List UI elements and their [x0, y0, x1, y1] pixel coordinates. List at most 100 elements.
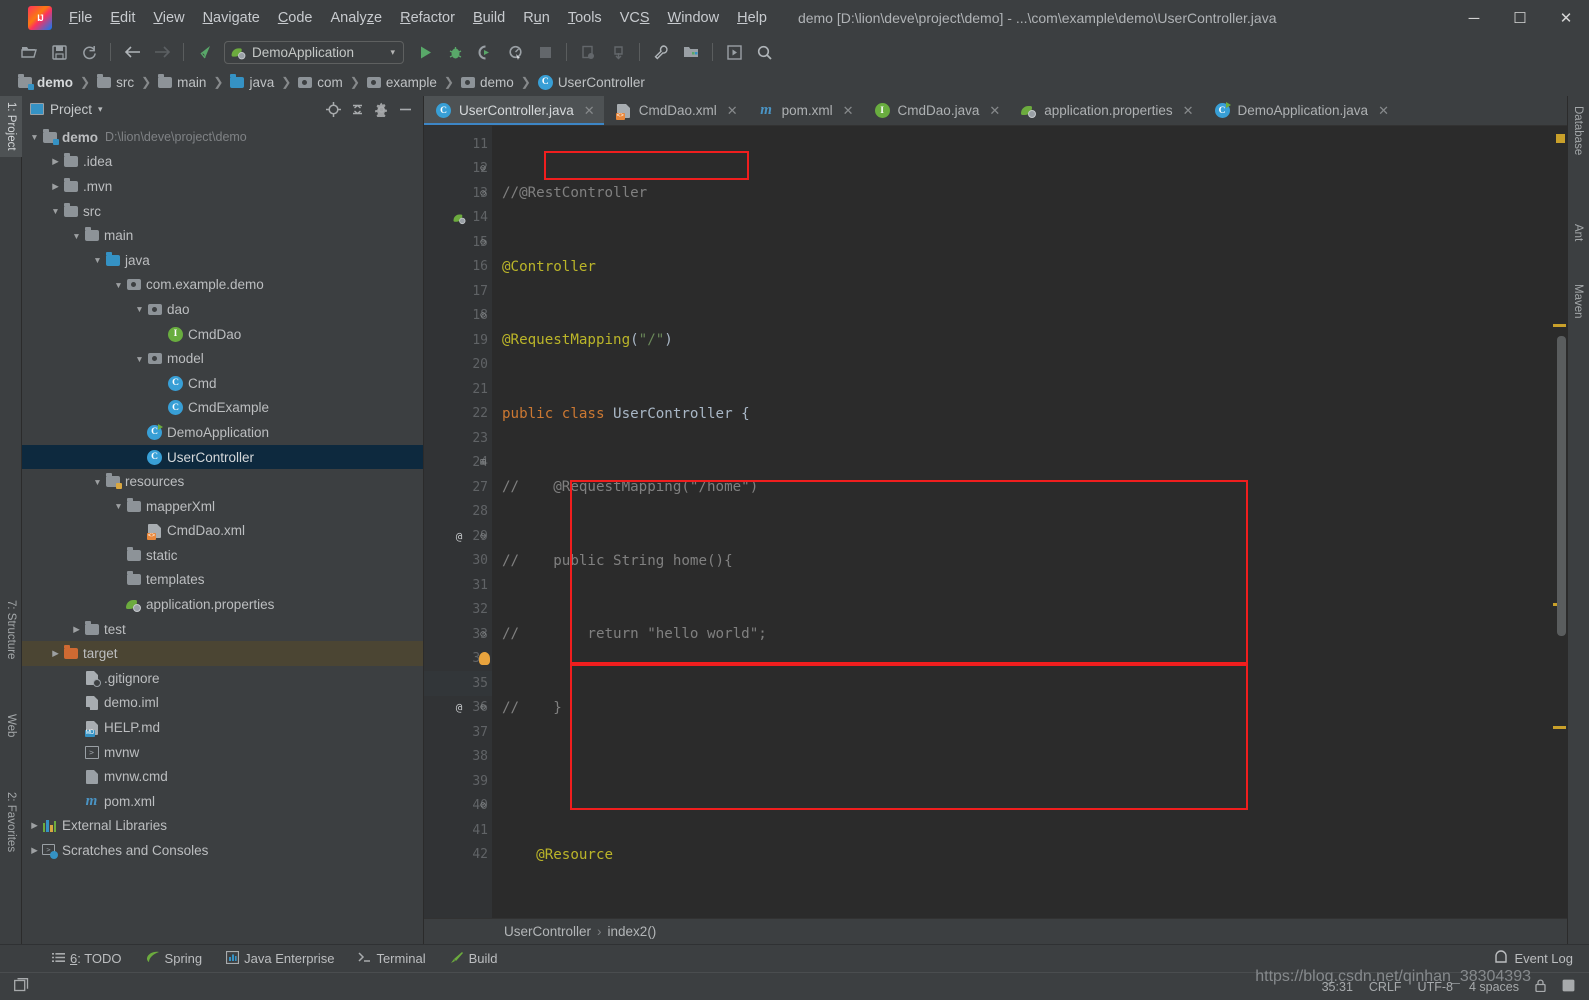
run-anything-icon[interactable]: [721, 40, 747, 64]
breadcrumb-item-demo[interactable]: demo: [14, 73, 77, 91]
tree-node--mvn[interactable]: ▶ .mvn: [22, 174, 423, 199]
sync-refresh-icon[interactable]: [76, 40, 102, 64]
line-separator[interactable]: CRLF: [1369, 980, 1402, 994]
sidebar-item-project[interactable]: 1: Project: [0, 96, 22, 157]
chevron-down-icon[interactable]: ▼: [91, 477, 104, 487]
chevron-right-icon[interactable]: ▶: [28, 845, 41, 856]
menu-window[interactable]: Window: [659, 6, 729, 30]
gutter-line-33[interactable]: 33 ⊝: [424, 622, 492, 647]
chevron-down-icon[interactable]: ▼: [49, 206, 62, 216]
gutter-line-37[interactable]: 37: [424, 720, 492, 745]
editor-tab-usercontroller-java[interactable]: C UserController.java ✕: [424, 96, 604, 125]
editor-scrollbar[interactable]: [1557, 336, 1566, 636]
settings-gear-icon[interactable]: [374, 102, 389, 117]
project-file-tree[interactable]: ▼ demo D:\lion\deve\project\demo ▶ .idea ▶ .mv…: [22, 122, 423, 944]
gutter-line-32[interactable]: 32: [424, 598, 492, 623]
tree-node-static[interactable]: static: [22, 543, 423, 568]
tree-node-help-md[interactable]: MD HELP.md: [22, 715, 423, 740]
tree-node-demo-iml[interactable]: demo.iml: [22, 691, 423, 716]
tree-node-resources[interactable]: ▼ resources: [22, 469, 423, 494]
gutter-line-38[interactable]: 38: [424, 745, 492, 770]
tree-node-model[interactable]: ▼ model: [22, 346, 423, 371]
tree-node-usercontroller[interactable]: C UserController: [22, 444, 423, 470]
gutter-line-41[interactable]: 41: [424, 818, 492, 843]
minimize-button[interactable]: ─: [1451, 0, 1497, 36]
sidebar-item-favorites[interactable]: 2: Favorites: [0, 786, 22, 858]
tree-node-test[interactable]: ▶ test: [22, 617, 423, 642]
change-marker[interactable]: [1553, 324, 1566, 327]
gutter-line-40[interactable]: 40 ⊝: [424, 794, 492, 819]
code-editor[interactable]: 11 12 ⊖ 13 ⊝ 14 15 ⊖ 16 17 18 ⊝ 19 20 21 22 23 24 ⊞ 27 28 29 @…: [424, 126, 1567, 918]
tree-node-cmd[interactable]: C Cmd: [22, 371, 423, 396]
locate-target-icon[interactable]: [326, 101, 341, 117]
tree-node-demo[interactable]: ▼ demo D:\lion\deve\project\demo: [22, 125, 423, 150]
tree-node-dao[interactable]: ▼ dao: [22, 297, 423, 322]
editor-breadcrumb[interactable]: UserController › index2(): [424, 918, 1567, 944]
close-button[interactable]: ✕: [1543, 0, 1589, 36]
menu-edit[interactable]: Edit: [101, 6, 144, 30]
chevron-down-icon[interactable]: ▼: [91, 255, 104, 265]
debug-icon[interactable]: [442, 40, 468, 64]
navigate-forward-icon[interactable]: [149, 40, 175, 64]
editor-tab-application-properties[interactable]: application.properties ✕: [1009, 96, 1202, 125]
run-with-coverage-icon[interactable]: [472, 40, 498, 64]
bottom-item-java-enterprise[interactable]: Java Enterprise: [214, 949, 346, 969]
tree-node-src[interactable]: ▼ src: [22, 199, 423, 224]
menu-help[interactable]: Help: [728, 6, 776, 30]
chevron-right-icon[interactable]: ▶: [70, 624, 83, 635]
tree-node-templates[interactable]: templates: [22, 568, 423, 593]
gutter-line-12[interactable]: 12 ⊖: [424, 157, 492, 182]
tree-node-cmdexample[interactable]: C CmdExample: [22, 396, 423, 421]
chevron-right-icon[interactable]: ▶: [49, 156, 62, 167]
run-icon[interactable]: [412, 40, 438, 64]
code-fold-toggle[interactable]: ⊝: [476, 629, 490, 640]
editor-marker-lane[interactable]: [1553, 126, 1567, 918]
breadcrumb-item-example[interactable]: example: [363, 74, 441, 91]
profile-icon[interactable]: [502, 40, 528, 64]
request-mapping-gutter-icon[interactable]: @: [450, 530, 468, 543]
gutter-line-16[interactable]: 16: [424, 255, 492, 280]
tree-node-mvnw-cmd[interactable]: mvnw.cmd: [22, 764, 423, 789]
event-log-button[interactable]: Event Log: [1494, 950, 1589, 967]
navigate-back-icon[interactable]: [119, 40, 145, 64]
gutter-line-22[interactable]: 22: [424, 402, 492, 427]
chevron-down-icon[interactable]: ▼: [133, 304, 146, 314]
sidebar-item-maven[interactable]: Maven: [1567, 278, 1589, 325]
editor-tab-cmddao-java[interactable]: I CmdDao.java ✕: [863, 96, 1010, 125]
breadcrumb-item-src[interactable]: src: [93, 73, 138, 91]
chevron-down-icon[interactable]: ▼: [70, 231, 83, 241]
tree-node-pom-xml[interactable]: m pom.xml: [22, 789, 423, 814]
menu-build[interactable]: Build: [464, 6, 514, 30]
gutter-line-20[interactable]: 20: [424, 353, 492, 378]
menu-refactor[interactable]: Refactor: [391, 6, 464, 30]
editor-tab-pom-xml[interactable]: m pom.xml ✕: [747, 96, 863, 125]
chevron-down-icon[interactable]: ▼: [133, 354, 146, 364]
breadcrumb-item-java[interactable]: java: [226, 73, 278, 91]
chevron-down-icon[interactable]: ▼: [28, 132, 41, 142]
menu-navigate[interactable]: Navigate: [194, 6, 269, 30]
request-mapping-gutter-icon[interactable]: @: [450, 701, 468, 714]
sidebar-item-structure[interactable]: 7: Structure: [0, 594, 22, 665]
tree-node-com-example-demo[interactable]: ▼ com.example.demo: [22, 273, 423, 298]
update-icon[interactable]: [605, 40, 631, 64]
editor-gutter[interactable]: 11 12 ⊖ 13 ⊝ 14 15 ⊖ 16 17 18 ⊝ 19 20 21 22 23 24 ⊞ 27 28 29 @…: [424, 126, 492, 918]
editor-tab-demoapplication-java[interactable]: C DemoApplication.java ✕: [1203, 96, 1398, 125]
settings-wrench-icon[interactable]: [648, 40, 674, 64]
gutter-line-29[interactable]: 29 @ ⊖: [424, 524, 492, 549]
close-icon[interactable]: ✕: [843, 103, 854, 119]
gutter-line-28[interactable]: 28: [424, 500, 492, 525]
close-icon[interactable]: ✕: [584, 103, 595, 119]
update-project-icon[interactable]: [192, 40, 218, 64]
lock-icon[interactable]: [1535, 978, 1546, 995]
tree-node-scratches-and-consoles[interactable]: ▶ > Scratches and Consoles: [22, 838, 423, 863]
tree-node-external-libraries[interactable]: ▶ External Libraries: [22, 814, 423, 839]
maximize-button[interactable]: ☐: [1497, 0, 1543, 36]
gutter-line-27[interactable]: 27: [424, 475, 492, 500]
breadcrumb-class[interactable]: UserController: [504, 924, 591, 939]
editor-tab-bar[interactable]: C UserController.java ✕ CmdDao.xml ✕ m pom.xml…: [424, 96, 1567, 126]
tree-node-java[interactable]: ▼ java: [22, 248, 423, 273]
menu-tools[interactable]: Tools: [559, 6, 611, 30]
gutter-line-17[interactable]: 17: [424, 279, 492, 304]
change-marker[interactable]: [1553, 726, 1566, 729]
breadcrumb-method[interactable]: index2(): [608, 924, 657, 939]
